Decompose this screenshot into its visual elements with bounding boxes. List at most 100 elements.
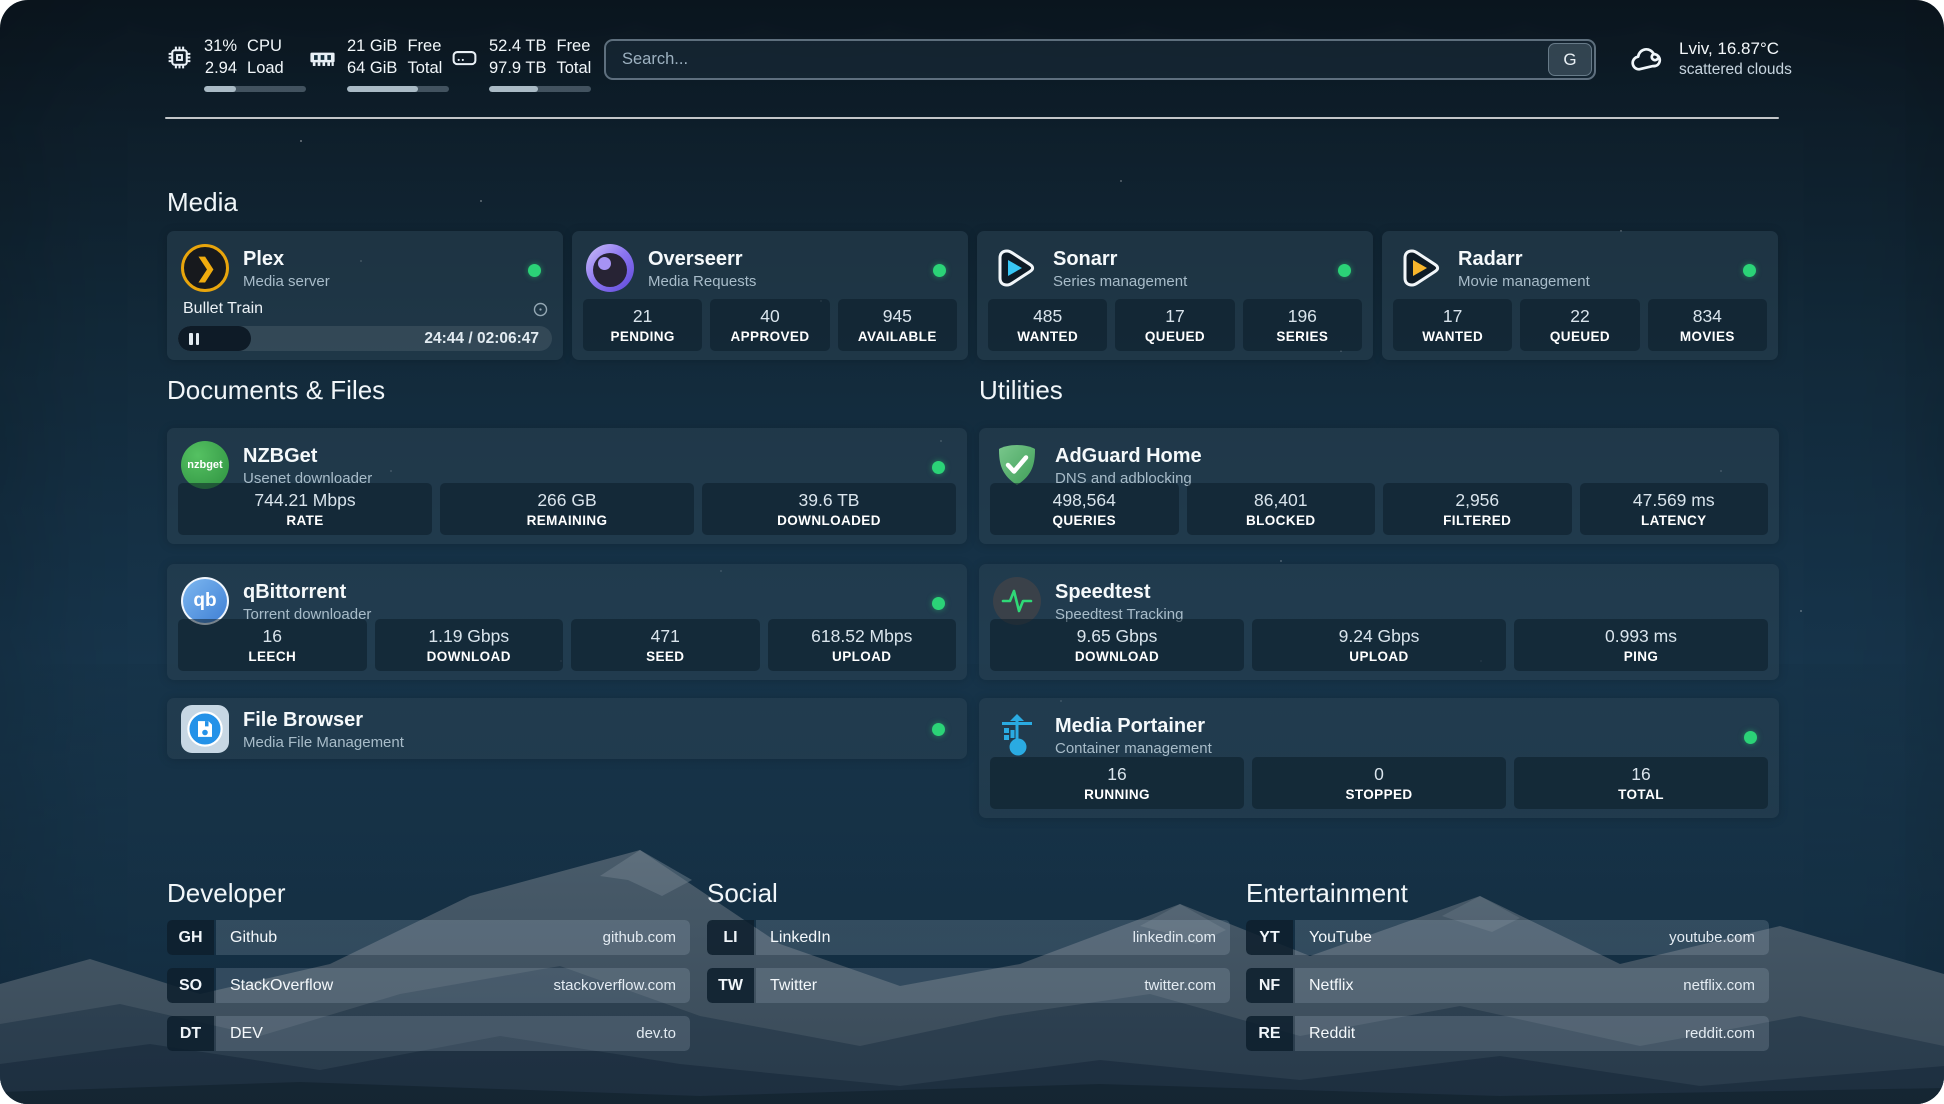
- disk-total: 97.9 TB: [489, 58, 546, 80]
- sonarr-icon: [991, 244, 1039, 292]
- bookmark-linkedin[interactable]: LI LinkedInlinkedin.com: [707, 920, 1230, 955]
- stat-tile: 945AVAILABLE: [838, 299, 957, 351]
- card-title: File Browser: [243, 707, 404, 733]
- bookmark-abbr: LI: [707, 920, 754, 955]
- stat-tile: 21PENDING: [583, 299, 702, 351]
- card-nzbget[interactable]: nzbget NZBGet Usenet downloader 744.21 M…: [167, 428, 967, 544]
- bookmark-youtube[interactable]: YT YouTubeyoutube.com: [1246, 920, 1769, 955]
- card-title: Speedtest: [1055, 579, 1183, 605]
- stat-tile: 2,956FILTERED: [1383, 483, 1572, 535]
- cpu-icon: [165, 43, 194, 72]
- playback-progress-bar[interactable]: 24:44 / 02:06:47: [178, 326, 552, 351]
- stat-tile: 9.24 GbpsUPLOAD: [1252, 619, 1506, 671]
- stat-tile: 22QUEUED: [1520, 299, 1639, 351]
- bookmark-reddit[interactable]: RE Redditreddit.com: [1246, 1016, 1769, 1051]
- status-dot: [528, 264, 541, 277]
- card-portainer[interactable]: Media Portainer Container management 16R…: [979, 698, 1779, 818]
- card-subtitle: Series management: [1053, 272, 1187, 291]
- status-dot: [932, 723, 945, 736]
- stat-tile: 47.569 msLATENCY: [1580, 483, 1769, 535]
- section-title-social: Social: [707, 877, 1230, 909]
- stat-tile: 196SERIES: [1243, 299, 1362, 351]
- cpu-percent: 31%: [204, 36, 237, 58]
- pause-icon: [189, 333, 193, 345]
- search-input[interactable]: [606, 41, 1594, 78]
- stat-tile: 471SEED: [571, 619, 760, 671]
- bookmark-github[interactable]: GH Githubgithub.com: [167, 920, 690, 955]
- card-speedtest[interactable]: Speedtest Speedtest Tracking 9.65 GbpsDO…: [979, 564, 1779, 680]
- cpu-usage-bar: [204, 86, 306, 92]
- section-title-developer: Developer: [167, 877, 690, 909]
- disk-usage-bar: [489, 86, 591, 92]
- qbittorrent-icon: qb: [181, 577, 229, 625]
- bookmark-group-social: Social LI LinkedInlinkedin.com TW Twitte…: [707, 877, 1230, 1059]
- card-plex[interactable]: ❯ Plex Media server Bullet Train 24:44 /…: [167, 231, 563, 360]
- disk-icon: [450, 43, 479, 72]
- dashboard-window: 31%2.94 CPULoad 21 GiB64 GiB FreeTotal 5…: [0, 0, 1944, 1104]
- stat-tile: 834MOVIES: [1648, 299, 1767, 351]
- weather-widget: Lviv, 16.87°C scattered clouds: [1628, 38, 1792, 80]
- nzbget-icon: nzbget: [181, 441, 229, 489]
- stream-icon[interactable]: [532, 301, 549, 318]
- bookmark-twitter[interactable]: TW Twittertwitter.com: [707, 968, 1230, 1003]
- card-title: AdGuard Home: [1055, 443, 1202, 469]
- stat-tile: 1.19 GbpsDOWNLOAD: [375, 619, 564, 671]
- adguard-icon: [993, 441, 1041, 489]
- search-bar: G: [604, 39, 1596, 80]
- stat-tile: 16TOTAL: [1514, 757, 1768, 809]
- memory-label-2: Total: [407, 58, 442, 80]
- stat-tile: 17WANTED: [1393, 299, 1512, 351]
- bookmark-abbr: DT: [167, 1016, 214, 1051]
- card-sonarr[interactable]: Sonarr Series management 485WANTED 17QUE…: [977, 231, 1373, 360]
- playback-progress-fill: [178, 326, 251, 351]
- radarr-icon: [1396, 244, 1444, 292]
- disk-label-2: Total: [556, 58, 591, 80]
- card-subtitle: Movie management: [1458, 272, 1590, 291]
- cloud-icon: [1628, 40, 1666, 78]
- stat-tile: 9.65 GbpsDOWNLOAD: [990, 619, 1244, 671]
- section-title-utilities: Utilities: [979, 374, 1063, 406]
- card-qbittorrent[interactable]: qb qBittorrent Torrent downloader 16LEEC…: [167, 564, 967, 680]
- weather-location-temp: Lviv, 16.87°C: [1679, 38, 1792, 60]
- bookmark-netflix[interactable]: NF Netflixnetflix.com: [1246, 968, 1769, 1003]
- stat-tile: 498,564QUERIES: [990, 483, 1179, 535]
- stat-tile: 16LEECH: [178, 619, 367, 671]
- snow-specks: [300, 140, 302, 142]
- bookmark-abbr: YT: [1246, 920, 1293, 955]
- card-title: Media Portainer: [1055, 713, 1212, 739]
- bookmark-abbr: SO: [167, 968, 214, 1003]
- stat-tile: 266 GBREMAINING: [440, 483, 694, 535]
- bookmark-abbr: TW: [707, 968, 754, 1003]
- memory-label-1: Free: [407, 36, 442, 58]
- stat-tile: 0STOPPED: [1252, 757, 1506, 809]
- card-title: Overseerr: [648, 246, 756, 272]
- status-dot: [1744, 731, 1757, 744]
- card-overseerr[interactable]: Overseerr Media Requests 21PENDING 40APP…: [572, 231, 968, 360]
- memory-stat: 21 GiB64 GiB FreeTotal: [308, 36, 442, 82]
- bookmark-group-entertainment: Entertainment YT YouTubeyoutube.com NF N…: [1246, 877, 1769, 1059]
- disk-stat: 52.4 TB97.9 TB FreeTotal: [450, 36, 591, 82]
- stat-tile: 485WANTED: [988, 299, 1107, 351]
- bookmark-dev[interactable]: DT DEVdev.to: [167, 1016, 690, 1051]
- bookmark-stackoverflow[interactable]: SO StackOverflowstackoverflow.com: [167, 968, 690, 1003]
- stat-tile: 17QUEUED: [1115, 299, 1234, 351]
- search-engine-button[interactable]: G: [1548, 43, 1592, 76]
- overseerr-icon: [586, 244, 634, 292]
- memory-usage-bar: [347, 86, 449, 92]
- card-title: qBittorrent: [243, 579, 371, 605]
- disk-free: 52.4 TB: [489, 36, 546, 58]
- card-title: Plex: [243, 246, 330, 272]
- card-adguard[interactable]: AdGuard Home DNS and adblocking 498,564Q…: [979, 428, 1779, 544]
- card-filebrowser[interactable]: File Browser Media File Management: [167, 698, 967, 759]
- card-radarr[interactable]: Radarr Movie management 17WANTED 22QUEUE…: [1382, 231, 1778, 360]
- card-subtitle: Media File Management: [243, 733, 404, 752]
- cpu-load: 2.94: [204, 58, 237, 80]
- status-dot: [932, 597, 945, 610]
- stat-tile: 86,401BLOCKED: [1187, 483, 1376, 535]
- card-subtitle: Media Requests: [648, 272, 756, 291]
- card-subtitle: Media server: [243, 272, 330, 291]
- memory-icon: [308, 43, 337, 72]
- section-title-documents: Documents & Files: [167, 374, 385, 406]
- header-divider: [165, 117, 1779, 119]
- card-title: Radarr: [1458, 246, 1590, 272]
